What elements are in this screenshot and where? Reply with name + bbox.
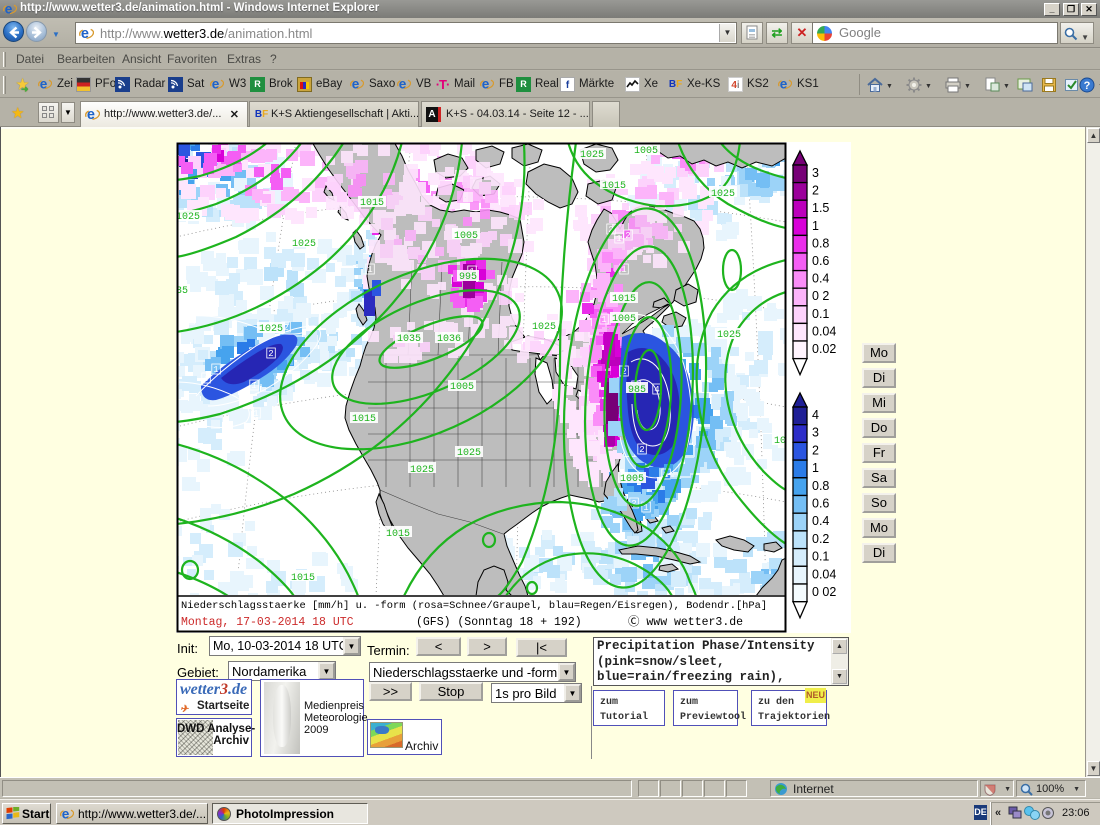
svg-text:e: e xyxy=(62,807,70,821)
svg-text:e: e xyxy=(482,77,490,91)
svg-text:e: e xyxy=(399,77,407,91)
svg-text:?: ? xyxy=(1084,80,1091,92)
svg-text:e: e xyxy=(780,77,788,91)
svg-text:e: e xyxy=(352,77,360,91)
svg-text:e: e xyxy=(81,26,89,41)
svg-text:e: e xyxy=(212,77,220,91)
svg-text:e: e xyxy=(40,77,48,91)
svg-text:e: e xyxy=(5,2,13,16)
svg-text:e: e xyxy=(87,107,95,122)
